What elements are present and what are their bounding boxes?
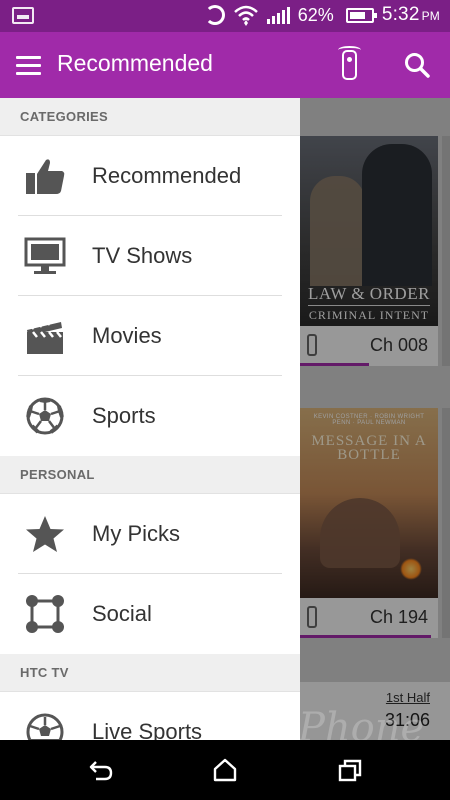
menu-icon[interactable] [16,56,41,75]
drawer-item-label: Live Sports [92,719,203,740]
social-network-icon [26,595,64,633]
drawer-item-my-picks[interactable]: My Picks [0,494,300,574]
section-header-htc-tv: HTC TV [0,654,300,692]
search-icon[interactable] [404,52,430,78]
tv-icon [24,237,66,274]
drawer-item-movies[interactable]: Movies [0,296,300,376]
drawer-item-sports[interactable]: Sports [0,376,300,456]
drawer-item-social[interactable]: Social [0,574,300,654]
drawer-item-label: TV Shows [92,243,193,268]
page-title: Recommended [57,50,213,76]
thumbs-up-icon [26,159,65,194]
soccer-ball-icon [26,397,64,435]
drawer-item-label: Sports [92,403,156,428]
home-icon[interactable] [212,758,238,782]
battery-icon [345,7,377,23]
system-nav-bar [0,740,450,800]
drawer-item-tv-shows[interactable]: TV Shows [0,216,300,296]
clock: 5:32 PM [381,4,440,25]
remote-control-icon[interactable] [338,46,361,80]
navigation-drawer: CATEGORIES Recommended TV Shows Movies S… [0,98,300,740]
recent-apps-icon[interactable] [337,758,363,782]
status-bar: 62% 5:32 PM [0,0,450,32]
star-icon [26,516,64,552]
section-header-categories: CATEGORIES [0,98,300,136]
image-icon [12,7,34,24]
drawer-item-label: Recommended [92,163,242,188]
drawer-item-recommended[interactable]: Recommended [0,136,300,216]
drawer-item-label: Social [92,601,152,626]
back-icon[interactable] [88,758,114,782]
drawer-item-live-sports[interactable]: Live Sports [0,692,300,740]
clapperboard-icon [27,318,63,354]
drawer-item-label: Movies [92,323,162,348]
sync-icon [204,5,225,25]
signal-icon [266,6,290,24]
drawer-item-label: My Picks [92,521,180,546]
wifi-icon [233,4,259,26]
section-header-personal: PERSONAL [0,456,300,494]
live-soccer-icon [26,713,64,740]
app-bar: Recommended [0,32,450,98]
battery-percent: 62% [297,4,334,25]
